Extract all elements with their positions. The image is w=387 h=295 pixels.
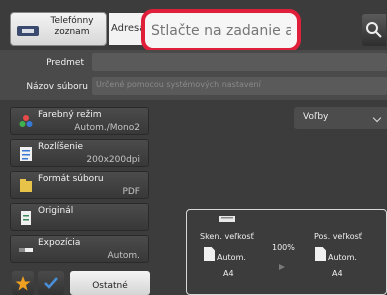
file-format-value: PDF	[122, 187, 140, 197]
subject-label: Predmet	[46, 58, 84, 68]
check-icon	[44, 277, 58, 289]
chevron-down-icon	[372, 113, 382, 123]
color-mode-title: Farebný režim	[38, 110, 102, 120]
resolution-button[interactable]: Rozlíšenie 200x200dpi	[10, 139, 149, 167]
top-bar: Telefónny zoznam Adresa	[0, 0, 387, 52]
color-mode-value: Autom./Mono2	[74, 123, 140, 133]
original-icon	[21, 211, 31, 225]
other-label: Ostatné	[92, 281, 128, 291]
filename-placeholder: Určené pomocou systémových nastavení	[96, 80, 261, 89]
address-input[interactable]	[151, 21, 291, 41]
form-area: Predmet Názov súboru Určené pomocou syst…	[0, 50, 387, 100]
arrow-right-icon	[279, 264, 285, 270]
file-format-button[interactable]: Formát súboru PDF	[10, 171, 149, 199]
phonebook-icon	[17, 26, 39, 36]
file-format-icon	[20, 179, 32, 192]
send-document-icon	[315, 247, 326, 261]
resolution-value: 200x200dpi	[86, 155, 140, 165]
options-button[interactable]: Voľby	[294, 107, 387, 129]
resolution-icon	[20, 147, 32, 161]
phonebook-label: Telefónny zoznam	[50, 16, 94, 37]
address-input-highlight[interactable]	[141, 9, 301, 52]
search-icon	[366, 22, 382, 38]
favorites-button[interactable]	[12, 271, 34, 295]
scan-size-value: Autom.	[217, 253, 246, 262]
other-button[interactable]: Ostatné	[70, 271, 150, 295]
scale-ratio: 100%	[272, 243, 295, 252]
exposure-icon	[19, 248, 33, 252]
send-paper-size: A4	[332, 269, 343, 278]
search-button[interactable]	[362, 14, 386, 46]
scan-paper-size: A4	[223, 269, 234, 278]
exposure-button[interactable]: Expozícia Autom.	[10, 235, 149, 263]
confirm-button[interactable]	[38, 271, 64, 295]
original-title: Originál	[38, 206, 74, 216]
exposure-value: Autom.	[107, 251, 140, 261]
options-label: Voľby	[303, 112, 329, 122]
exposure-title: Expozícia	[38, 238, 81, 248]
resolution-title: Rozlíšenie	[38, 142, 84, 152]
subject-field[interactable]	[92, 53, 387, 71]
scanner-icon	[219, 216, 235, 222]
send-size-label: Pos. veľkosť	[314, 232, 362, 241]
phonebook-button[interactable]: Telefónny zoznam	[10, 12, 107, 46]
scan-document-icon	[204, 247, 215, 261]
scan-size-label: Sken. veľkosť	[200, 232, 254, 241]
file-format-title: Formát súboru	[38, 174, 104, 184]
filename-label: Názov súboru	[26, 82, 88, 92]
send-size-value: Autom.	[328, 253, 357, 262]
color-mode-icon	[19, 115, 33, 127]
original-button[interactable]: Originál	[10, 203, 149, 231]
color-mode-button[interactable]: Farebný režim Autom./Mono2	[10, 107, 149, 135]
filename-field[interactable]: Určené pomocou systémových nastavení	[92, 77, 387, 95]
star-icon	[15, 276, 31, 291]
size-preview-panel: Sken. veľkosť Autom. A4 100% Pos. veľkos…	[186, 209, 387, 295]
